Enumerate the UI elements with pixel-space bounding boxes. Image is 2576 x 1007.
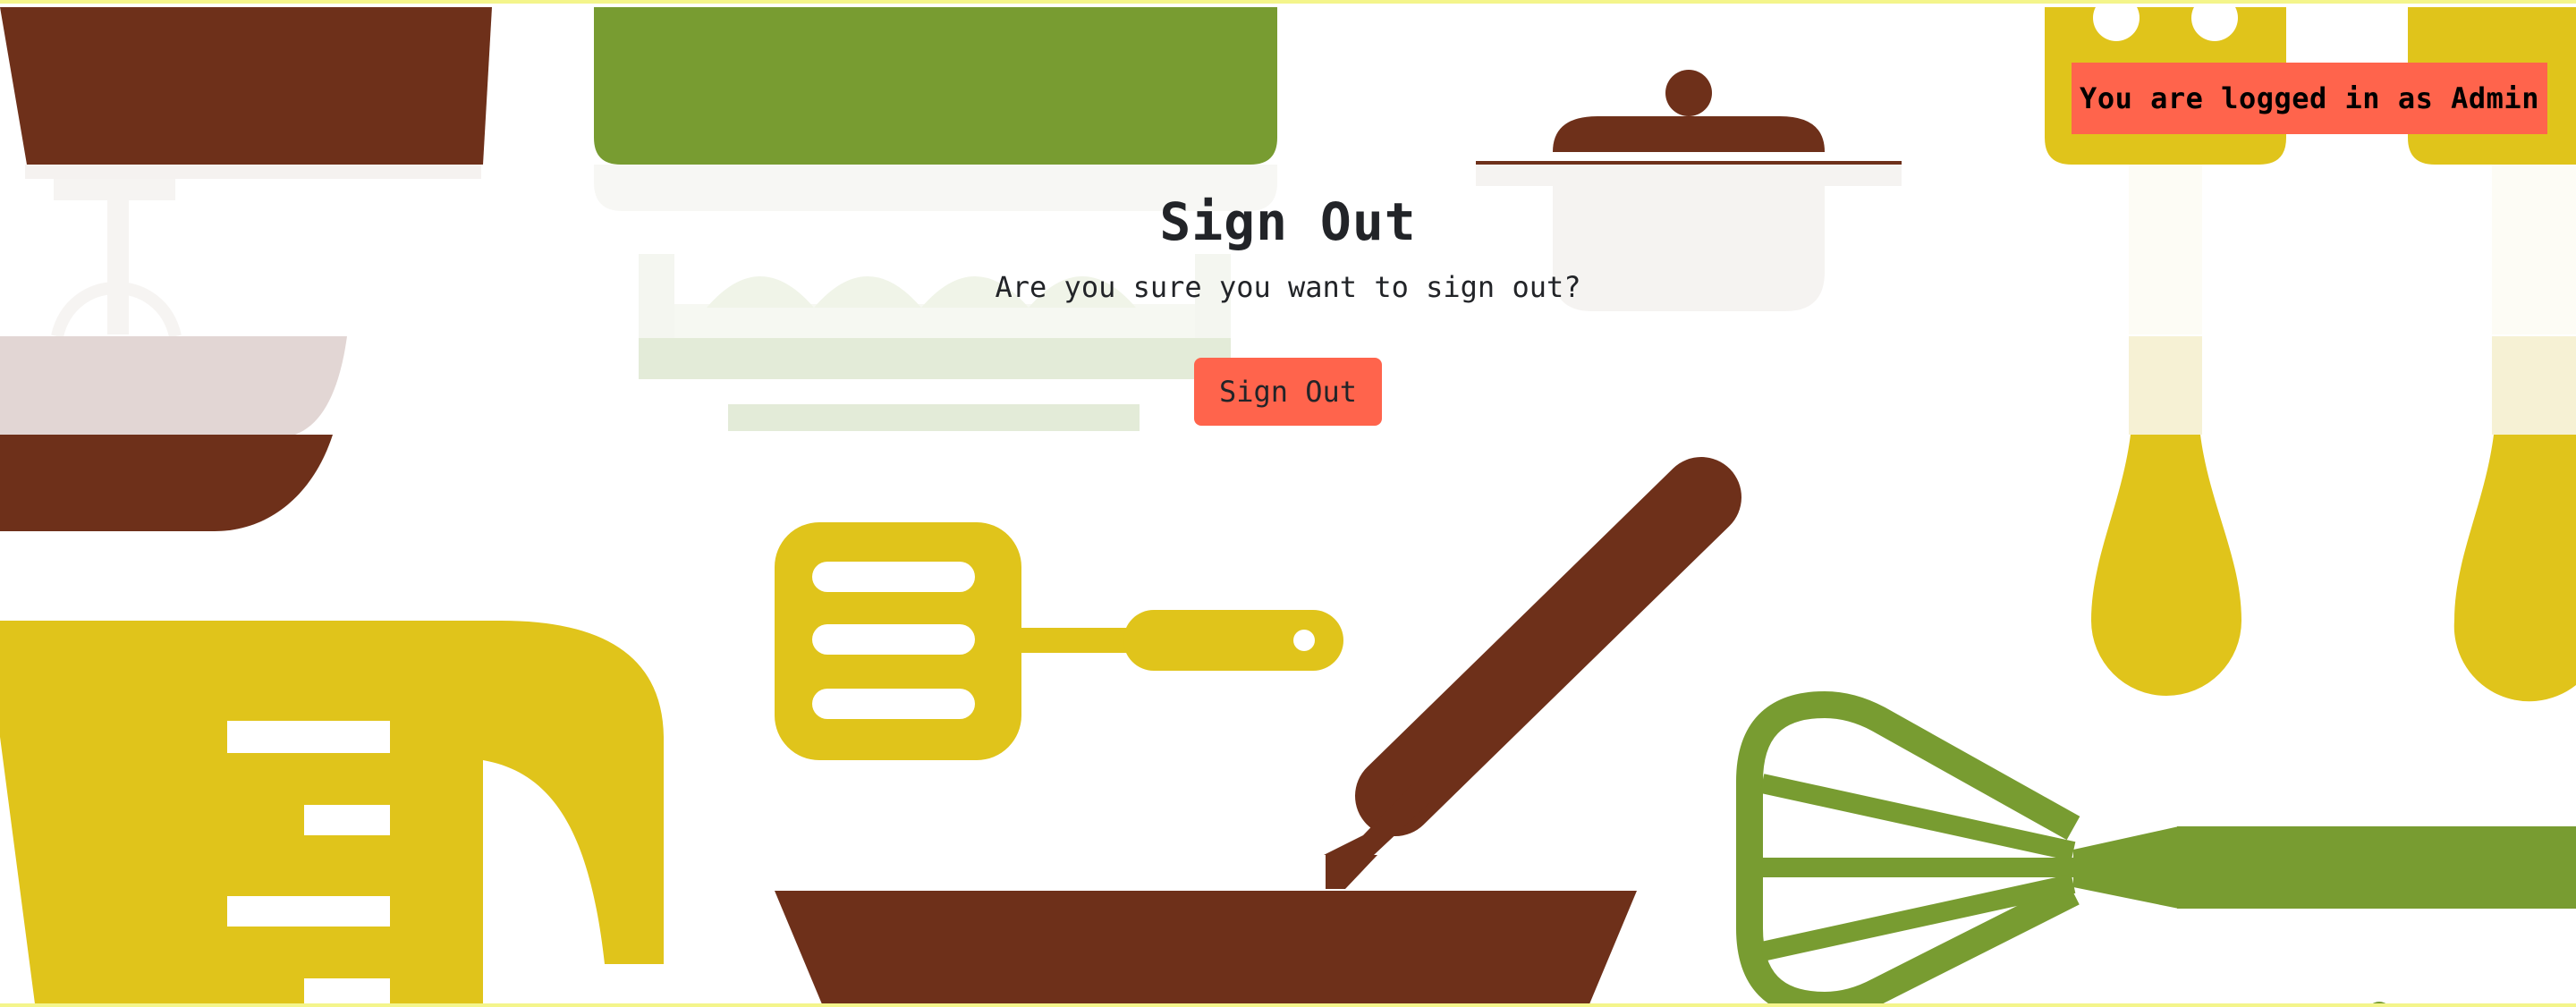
page-title: Sign Out [1159,191,1417,252]
confirmation-message: Are you sure you want to sign out? [995,270,1581,304]
whisk-icon [1736,691,2576,1003]
sign-out-button[interactable]: Sign Out [1193,358,1383,426]
sign-out-dialog: Sign Out Are you sure you want to sign o… [0,179,2576,426]
spatula-icon [775,522,1343,760]
logged-in-status-badge: You are logged in as Admin [2072,63,2547,134]
kitchen-illustration-background [0,4,2576,1003]
measuring-cup-icon [0,621,664,1003]
sign-out-page: You are logged in as Admin Sign Out Are … [0,0,2576,1007]
